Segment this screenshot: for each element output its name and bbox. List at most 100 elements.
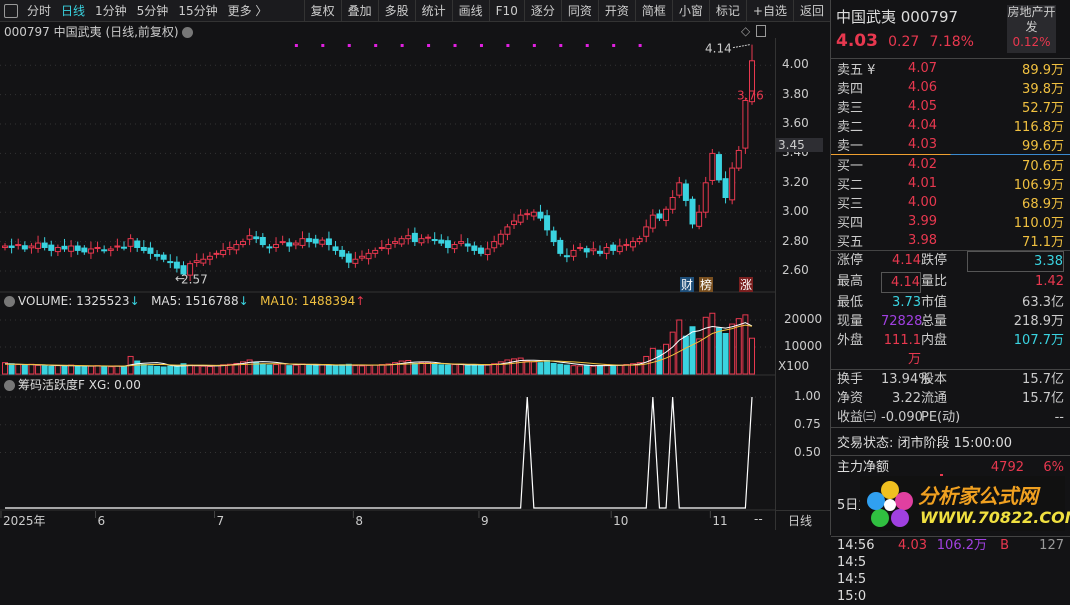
- candle-body[interactable]: [636, 238, 643, 243]
- candle-body[interactable]: [649, 214, 656, 229]
- candle-body[interactable]: [68, 245, 75, 252]
- candle-body[interactable]: [418, 238, 425, 244]
- candle-body[interactable]: [253, 236, 260, 240]
- candle-body[interactable]: [610, 244, 617, 251]
- candle-body[interactable]: [715, 154, 722, 181]
- period-tab[interactable]: 更多 〉: [223, 2, 273, 19]
- candle-body[interactable]: [292, 242, 299, 246]
- candle-body[interactable]: [81, 247, 88, 253]
- candle-body[interactable]: [484, 248, 491, 256]
- candle-body[interactable]: [623, 244, 630, 247]
- candle-body[interactable]: [246, 235, 253, 240]
- candle-body[interactable]: [471, 245, 478, 251]
- candle-body[interactable]: [616, 245, 623, 253]
- candle-body[interactable]: [94, 246, 101, 249]
- toolbar-button[interactable]: 统计: [414, 0, 452, 21]
- candle-body[interactable]: [709, 152, 716, 181]
- candle-body[interactable]: [663, 208, 670, 221]
- candle-body[interactable]: [140, 246, 147, 251]
- toolbar-button[interactable]: 开资: [597, 0, 635, 21]
- candle-body[interactable]: [15, 244, 22, 247]
- candle-body[interactable]: [689, 198, 696, 225]
- candle-body[interactable]: [504, 226, 511, 235]
- sector-badge[interactable]: 房地产开发 0.12%: [1007, 5, 1056, 53]
- candle-body[interactable]: [120, 246, 127, 249]
- candle-body[interactable]: [517, 214, 524, 223]
- candle-body[interactable]: [385, 244, 392, 250]
- candle-body[interactable]: [259, 236, 266, 246]
- event-tag-label[interactable]: 榜: [700, 277, 712, 292]
- candle-body[interactable]: [676, 182, 683, 196]
- candle-body[interactable]: [345, 253, 352, 263]
- toolbar-button[interactable]: F10: [488, 0, 524, 21]
- candle-body[interactable]: [28, 245, 35, 249]
- candle-body[interactable]: [21, 245, 28, 250]
- period-tab[interactable]: 分时: [22, 2, 56, 19]
- period-button[interactable]: 日线: [788, 512, 812, 529]
- candle-body[interactable]: [160, 254, 167, 260]
- candle-body[interactable]: [398, 238, 405, 245]
- candle-body[interactable]: [596, 250, 603, 254]
- dropdown-icon[interactable]: [181, 27, 193, 38]
- candle-body[interactable]: [193, 260, 200, 263]
- candle-body[interactable]: [550, 230, 557, 243]
- candle-body[interactable]: [213, 252, 220, 255]
- event-tag-label[interactable]: 财: [681, 278, 693, 292]
- panel-toggle-icon[interactable]: [756, 25, 766, 37]
- period-tab[interactable]: 5分钟: [132, 2, 174, 19]
- dropdown-icon[interactable]: [4, 296, 15, 307]
- candle-body[interactable]: [590, 248, 597, 252]
- candle-body[interactable]: [735, 149, 742, 169]
- toolbar-button[interactable]: 多股: [377, 0, 415, 21]
- candle-body[interactable]: [339, 249, 346, 257]
- toolbar-button[interactable]: 返回: [792, 0, 830, 21]
- candle-body[interactable]: [220, 249, 227, 256]
- candle-body[interactable]: [2, 245, 8, 248]
- candle-body[interactable]: [167, 261, 174, 264]
- candle-body[interactable]: [147, 247, 154, 254]
- candle-body[interactable]: [365, 252, 372, 260]
- candle-body[interactable]: [656, 213, 663, 219]
- candle-body[interactable]: [87, 248, 94, 254]
- candle-body[interactable]: [477, 247, 484, 254]
- candle-body[interactable]: [603, 246, 610, 254]
- candle-body[interactable]: [537, 211, 544, 219]
- candle-body[interactable]: [411, 232, 418, 243]
- toolbar-button[interactable]: 简框: [634, 0, 672, 21]
- dropdown-icon[interactable]: [4, 380, 15, 391]
- period-tab[interactable]: 1分钟: [90, 2, 132, 19]
- candle-body[interactable]: [722, 178, 729, 199]
- candle-body[interactable]: [431, 239, 438, 242]
- candle-body[interactable]: [378, 246, 385, 249]
- candle-body[interactable]: [392, 241, 399, 244]
- candle-body[interactable]: [451, 244, 458, 250]
- candle-body[interactable]: [299, 238, 306, 246]
- candle-body[interactable]: [682, 183, 689, 201]
- candle-body[interactable]: [35, 242, 42, 249]
- candle-body[interactable]: [491, 241, 498, 249]
- candle-body[interactable]: [226, 246, 233, 250]
- toolbar-button[interactable]: 逐分: [523, 0, 561, 21]
- candle-body[interactable]: [48, 244, 55, 251]
- diamond-icon[interactable]: ◇: [741, 24, 750, 38]
- candle-body[interactable]: [332, 246, 339, 251]
- candle-body[interactable]: [312, 238, 319, 244]
- candle-body[interactable]: [325, 238, 332, 246]
- candle-body[interactable]: [233, 244, 240, 251]
- candle-body[interactable]: [306, 238, 313, 243]
- candle-body[interactable]: [570, 249, 577, 257]
- period-tab[interactable]: 日线: [56, 2, 90, 19]
- candle-body[interactable]: [134, 240, 141, 248]
- toolbar-button[interactable]: 画线: [451, 0, 489, 21]
- toolbar-button[interactable]: +自选: [745, 0, 793, 21]
- toolbar-button[interactable]: 同资: [560, 0, 598, 21]
- candle-body[interactable]: [266, 246, 273, 249]
- candle-body[interactable]: [669, 197, 676, 210]
- candle-body[interactable]: [643, 226, 650, 237]
- toolbar-button[interactable]: 复权: [303, 0, 341, 21]
- candle-body[interactable]: [206, 255, 213, 260]
- toolbar-button[interactable]: 叠加: [340, 0, 378, 21]
- candle-body[interactable]: [497, 233, 504, 245]
- candle-body[interactable]: [200, 258, 207, 264]
- candle-body[interactable]: [438, 239, 445, 244]
